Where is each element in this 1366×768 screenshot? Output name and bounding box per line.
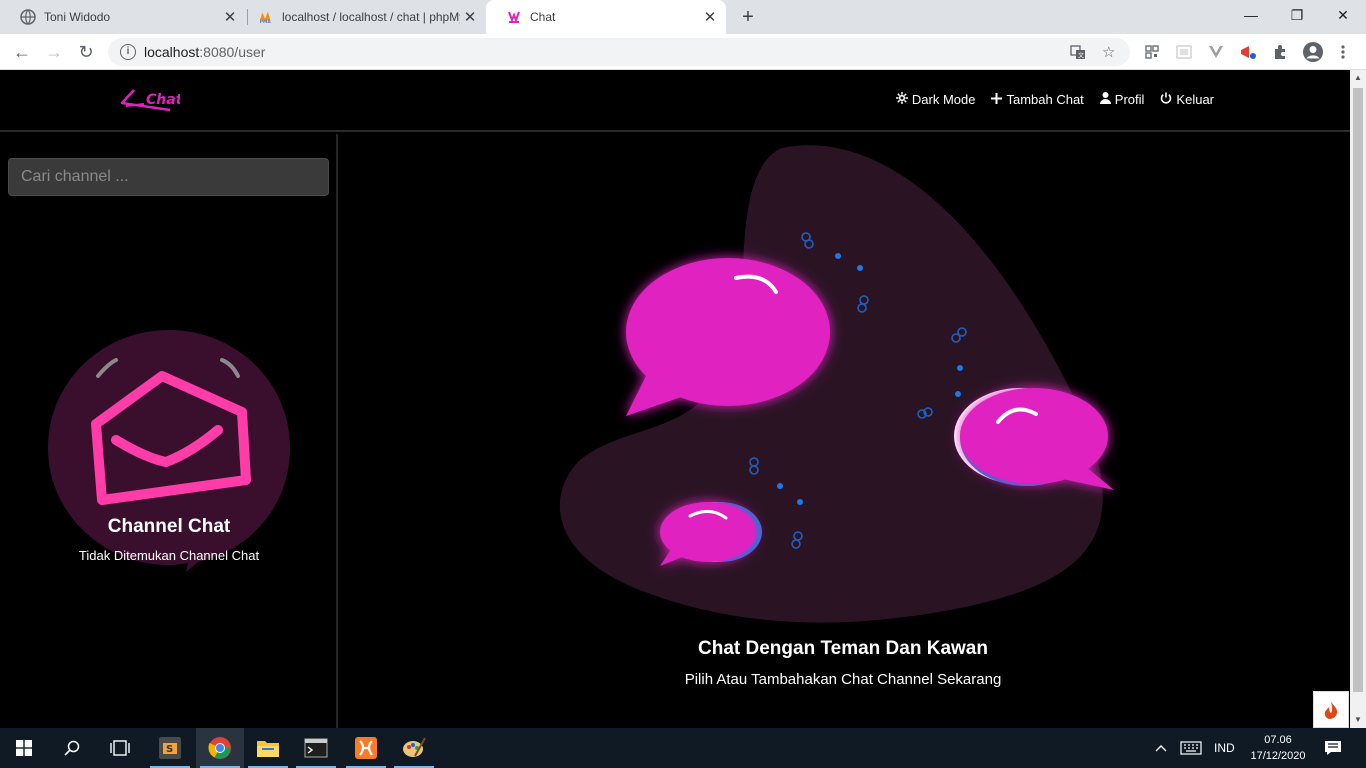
browser-toolbar: ← → ↻ i localhost:8080/user 文 ☆: [0, 34, 1366, 70]
start-button[interactable]: [0, 728, 48, 768]
profile-avatar-icon[interactable]: [1302, 41, 1324, 63]
tab-close-icon[interactable]: ✕: [220, 8, 240, 26]
address-bar[interactable]: i localhost:8080/user 文 ☆: [108, 38, 1130, 66]
chat-app: Chat Dark Mode Tambah Chat Profil Keluar…: [0, 70, 1350, 728]
sidebar-title: Channel Chat: [107, 516, 231, 537]
phpmyadmin-icon: PMA: [258, 9, 274, 25]
main-subtitle: Pilih Atau Tambahakan Chat Channel Sekar…: [684, 671, 1002, 688]
sidebar-empty-message: Tidak Ditemukan Channel Chat: [78, 548, 260, 563]
terminal-icon[interactable]: [292, 728, 340, 768]
app-navbar: Chat Dark Mode Tambah Chat Profil Keluar: [0, 70, 1350, 132]
dark-mode-label: Dark Mode: [911, 92, 976, 107]
codeigniter-debug-toolbar-icon[interactable]: [1313, 691, 1349, 728]
keyboard-icon[interactable]: [1180, 728, 1202, 768]
tab-close-icon[interactable]: ✕: [700, 8, 720, 26]
extensions-puzzle-icon[interactable]: [1271, 43, 1289, 61]
logout-label: Keluar: [1176, 92, 1214, 107]
tab-title: Toni Widodo: [44, 10, 111, 24]
gear-icon: [895, 92, 908, 107]
sublime-text-icon[interactable]: S: [146, 728, 194, 768]
forward-icon[interactable]: →: [42, 40, 66, 64]
site-info-icon[interactable]: i: [120, 44, 136, 60]
tab-toni-widodo[interactable]: Toni Widodo ✕: [0, 0, 246, 34]
taskbar-clock[interactable]: 07.06 17/12/2020: [1246, 732, 1310, 764]
chat-bubbles-illustration: [550, 140, 1120, 626]
svg-text:S: S: [166, 744, 173, 755]
svg-text:PMA: PMA: [260, 19, 272, 25]
reload-icon[interactable]: ↻: [74, 40, 98, 64]
scrollbar-thumb[interactable]: [1353, 88, 1363, 692]
language-indicator[interactable]: IND: [1214, 728, 1235, 768]
paint-icon[interactable]: [390, 728, 438, 768]
dark-mode-link[interactable]: Dark Mode: [895, 92, 976, 107]
clock-time: 07.06: [1264, 734, 1292, 746]
qr-extension-icon[interactable]: [1143, 43, 1161, 61]
tab-phpmyadmin[interactable]: PMA localhost / localhost / chat | phpMy…: [238, 0, 486, 34]
chat-main-panel: Chat Dengan Teman Dan Kawan Pilih Atau T…: [340, 134, 1350, 728]
browser-menu-icon[interactable]: [1334, 43, 1352, 61]
search-icon[interactable]: [48, 728, 96, 768]
vue-devtools-icon[interactable]: [1207, 43, 1225, 61]
globe-icon: [20, 9, 36, 25]
channel-search-input[interactable]: [8, 158, 329, 196]
chat-logo-icon: [506, 9, 522, 25]
main-title: Chat Dengan Teman Dan Kawan: [698, 638, 988, 659]
minimize-icon[interactable]: —: [1228, 0, 1274, 30]
new-tab-button[interactable]: +: [737, 6, 759, 28]
tray-overflow-icon[interactable]: [1154, 728, 1168, 768]
navbar-links: Dark Mode Tambah Chat Profil Keluar: [880, 92, 1214, 107]
task-view-icon[interactable]: [96, 728, 144, 768]
megaphone-extension-icon[interactable]: [1239, 43, 1257, 61]
logout-link[interactable]: Keluar: [1160, 92, 1214, 107]
svg-text:文: 文: [1078, 52, 1084, 60]
bookmark-star-icon[interactable]: ☆: [1102, 38, 1115, 66]
add-chat-link[interactable]: Tambah Chat: [991, 92, 1084, 107]
tab-title: localhost / localhost / chat | phpMyAdmi…: [282, 10, 460, 24]
windows-taskbar: S IND 07.06 17/12/2020: [0, 728, 1366, 768]
extension-box-icon[interactable]: [1175, 43, 1193, 61]
clock-date: 17/12/2020: [1250, 750, 1306, 762]
restore-icon[interactable]: ❐: [1274, 0, 1320, 30]
chrome-icon[interactable]: [196, 728, 244, 768]
url-host: localhost: [144, 44, 200, 60]
page-scrollbar[interactable]: ▲ ▼: [1350, 70, 1366, 728]
power-icon: [1160, 92, 1172, 107]
notification-center-icon[interactable]: [1324, 728, 1342, 768]
close-window-icon[interactable]: ✕: [1320, 0, 1366, 30]
translate-icon[interactable]: 文: [1070, 38, 1086, 66]
scroll-up-icon[interactable]: ▲: [1350, 70, 1366, 86]
tab-close-icon[interactable]: ✕: [460, 8, 480, 26]
xampp-icon[interactable]: [342, 728, 390, 768]
tab-chat[interactable]: Chat ✕: [486, 0, 726, 34]
brand-logo[interactable]: Chat: [120, 84, 184, 118]
back-icon[interactable]: ←: [10, 40, 34, 64]
plus-icon: [991, 92, 1003, 107]
profile-link[interactable]: Profil: [1099, 92, 1145, 107]
brand-text: Chat: [146, 92, 180, 108]
user-icon: [1099, 92, 1111, 107]
url-path: :8080/user: [199, 44, 266, 60]
channel-sidebar: Channel Chat Tidak Ditemukan Channel Cha…: [0, 134, 338, 728]
profile-label: Profil: [1114, 92, 1145, 107]
browser-tab-bar: Toni Widodo ✕ PMA localhost / localhost …: [0, 0, 1366, 34]
tab-title: Chat: [530, 10, 556, 24]
scroll-down-icon[interactable]: ▼: [1350, 712, 1366, 728]
file-explorer-icon[interactable]: [244, 728, 292, 768]
add-chat-label: Tambah Chat: [1006, 92, 1084, 107]
